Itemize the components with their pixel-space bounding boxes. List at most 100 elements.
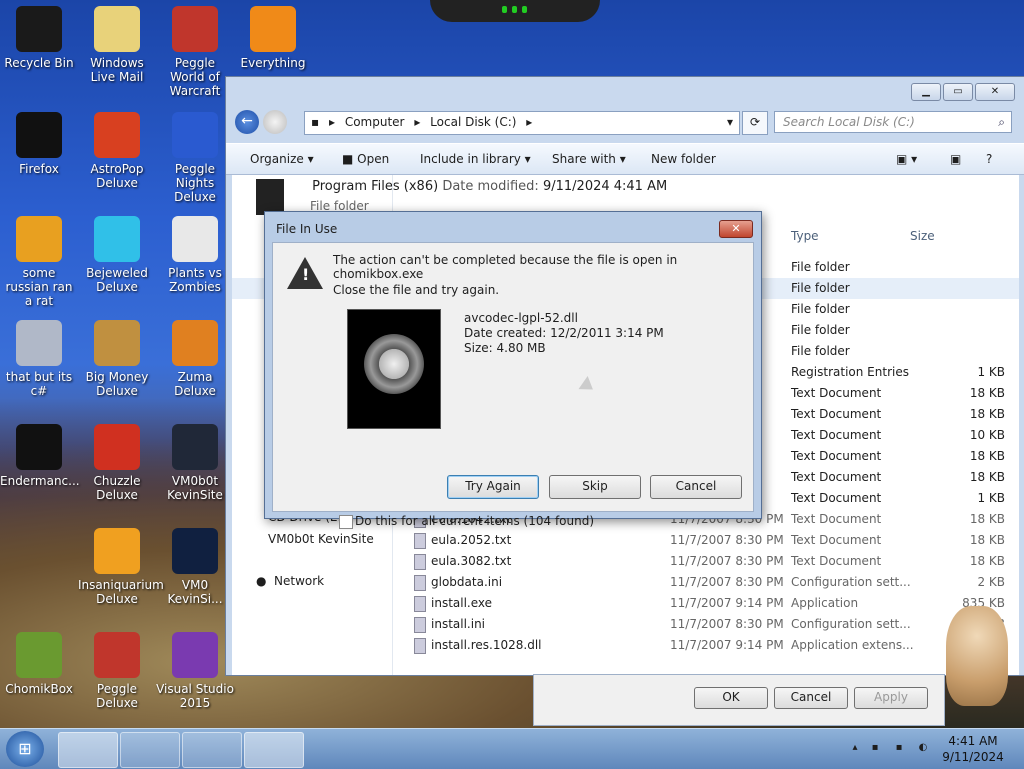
maximize-button[interactable]: ▭ — [943, 83, 973, 101]
back-arrow-icon[interactable]: ← — [235, 110, 259, 134]
breadcrumb-local-disk[interactable]: Local Disk (C:) — [430, 115, 516, 129]
desktop-icon[interactable]: that but its c# — [0, 320, 78, 398]
taskbar-terminal[interactable] — [182, 732, 242, 768]
peggle-icon — [172, 6, 218, 52]
desktop-icon[interactable]: Recycle Bin — [0, 6, 78, 70]
navigation-bar: ← ▪ ▸ Computer ▸ Local Disk (C:) ▸ ▾ ⟳ S… — [226, 107, 1024, 137]
desktop-icon-label: some russian ran a rat — [5, 266, 73, 308]
desktop-icon[interactable]: ChomikBox — [0, 632, 78, 696]
table-row[interactable]: install.exe 11/7/2007 9:14 PM Application 8… — [232, 593, 1019, 614]
desktop-icon-label: VM0 KevinSi... — [167, 578, 223, 606]
new-folder-button[interactable]: New folder — [651, 152, 716, 166]
desktop-icon[interactable]: Bejeweled Deluxe — [78, 216, 156, 294]
desktop-icon-label: Peggle Nights Deluxe — [174, 162, 216, 204]
tray-volume-icon[interactable]: ◐ — [916, 741, 930, 755]
desktop-icon-label: Zuma Deluxe — [174, 370, 216, 398]
try-again-button[interactable]: Try Again — [447, 475, 539, 499]
refresh-icon[interactable]: ⟳ — [742, 111, 768, 135]
desktop-icon[interactable]: Peggle Nights Deluxe — [156, 112, 234, 204]
desktop-icon-label: Chuzzle Deluxe — [93, 474, 141, 502]
skip-button[interactable]: Skip — [549, 475, 641, 499]
desktop-icon[interactable]: Peggle Deluxe — [78, 632, 156, 710]
desktop-icon-label: VM0b0t KevinSite — [167, 474, 223, 502]
warning-icon: ! — [287, 257, 323, 289]
minimize-button[interactable]: ▁ — [911, 83, 941, 101]
preview-pane-icon[interactable]: ▣ — [950, 152, 961, 166]
column-header-size[interactable]: Size — [910, 229, 935, 243]
table-row[interactable]: globdata.ini 11/7/2007 8:30 PM Configurati… — [232, 572, 1019, 593]
taskbar-explorer[interactable] — [244, 732, 304, 768]
taskbar-media-player[interactable] — [120, 732, 180, 768]
table-row[interactable]: install.res.1028.dll 11/7/2007 9:14 PM App… — [232, 635, 1019, 656]
vm-icon — [172, 424, 218, 470]
desktop-icon-label: Peggle World of Warcraft — [169, 56, 221, 98]
column-header-type[interactable]: Type — [791, 229, 819, 243]
desktop-icon[interactable]: Chuzzle Deluxe — [78, 424, 156, 502]
top-gadget — [430, 0, 600, 22]
ok-button[interactable]: OK — [694, 687, 768, 709]
table-row[interactable]: eula.3082.txt 11/7/2007 8:30 PM Text Docum… — [232, 551, 1019, 572]
dialog-close-button[interactable]: ✕ — [719, 220, 753, 238]
desktop-icon-label: Recycle Bin — [4, 56, 74, 70]
desktop-icon-label: Everything — [240, 56, 306, 70]
desktop-icon[interactable]: Windows Live Mail — [78, 6, 156, 84]
desktop-icon-label: Plants vs Zombies — [168, 266, 222, 294]
chevron-down-icon[interactable]: ▾ — [727, 112, 733, 133]
desktop-icon[interactable]: some russian ran a rat — [0, 216, 78, 308]
desktop-icon[interactable]: Firefox — [0, 112, 78, 176]
desktop-icon[interactable]: AstroPop Deluxe — [78, 112, 156, 190]
desktop-icon-label: Visual Studio 2015 — [156, 682, 234, 710]
open-button[interactable]: ■ Open — [342, 152, 389, 166]
command-bar: Organize ▾ ■ Open Include in library ▾ S… — [226, 143, 1024, 175]
dialog-body: ! The action can't be completed because … — [272, 242, 754, 529]
system-clock[interactable]: 4:41 AM 9/11/2024 — [938, 733, 1008, 765]
desktop-icon[interactable]: Big Money Deluxe — [78, 320, 156, 398]
tray-network-icon[interactable]: ▪ — [892, 741, 906, 755]
organize-button[interactable]: Organize ▾ — [250, 152, 314, 166]
forward-arrow-icon[interactable] — [263, 110, 287, 134]
desktop-icon-label: Endermanc... — [0, 474, 80, 488]
desktop-icon[interactable]: Zuma Deluxe — [156, 320, 234, 398]
window-stack-icon — [16, 320, 62, 366]
share-with-button[interactable]: Share with ▾ — [552, 152, 626, 166]
cancel-dialog-button[interactable]: Cancel — [650, 475, 742, 499]
address-bar[interactable]: ▪ ▸ Computer ▸ Local Disk (C:) ▸ ▾ — [304, 111, 740, 135]
breadcrumb-computer[interactable]: Computer — [345, 115, 405, 129]
table-row[interactable]: eula.2052.txt 11/7/2007 8:30 PM Text Docum… — [232, 530, 1019, 551]
visual-studio-icon — [172, 632, 218, 678]
file-icon — [414, 617, 426, 633]
fish-icon — [94, 528, 140, 574]
desktop-icon[interactable]: Plants vs Zombies — [156, 216, 234, 294]
desktop-icon[interactable]: VM0 KevinSi... — [156, 528, 234, 606]
hamster-mascot-icon — [946, 606, 1008, 706]
desktop-icon-label: that but its c# — [5, 370, 73, 398]
taskbar-chomikbox[interactable] — [58, 732, 118, 768]
dialog-message: The action can't be completed because th… — [333, 253, 678, 281]
desktop-icon[interactable]: Everything — [234, 6, 312, 70]
desktop-icon[interactable]: Endermanc... — [0, 424, 80, 488]
view-options-icon[interactable]: ▣ ▾ — [896, 152, 917, 166]
close-window-button[interactable]: ✕ — [975, 83, 1015, 101]
include-in-library-button[interactable]: Include in library ▾ — [420, 152, 531, 166]
desktop-icon[interactable]: Visual Studio 2015 — [156, 632, 234, 710]
peggle-icon — [94, 632, 140, 678]
file-in-use-dialog: File In Use ✕ ! The action can't be comp… — [264, 211, 762, 529]
desktop-icon[interactable]: Peggle World of Warcraft — [156, 6, 234, 98]
start-button[interactable]: ⊞ — [6, 731, 44, 767]
mail-icon — [94, 6, 140, 52]
desktop-icon[interactable]: VM0b0t KevinSite — [156, 424, 234, 502]
desktop-icon[interactable]: Insaniquarium Deluxe — [78, 528, 164, 606]
apply-button[interactable]: Apply — [854, 687, 928, 709]
properties-dialog: OK Cancel Apply — [533, 674, 945, 726]
desktop-icon-label: AstroPop Deluxe — [90, 162, 144, 190]
search-input[interactable]: Search Local Disk (C:) ⌕ — [774, 111, 1012, 133]
tray-app-icon[interactable]: ▪ — [868, 741, 882, 755]
cancel-button[interactable]: Cancel — [774, 687, 848, 709]
help-icon[interactable]: ? — [986, 152, 992, 166]
tray-chevron-icon[interactable]: ▴ — [848, 741, 862, 755]
file-icon — [414, 575, 426, 591]
table-row[interactable]: install.ini 11/7/2007 8:30 PM Configuratio… — [232, 614, 1019, 635]
file-icon — [414, 638, 426, 654]
apply-to-all-checkbox[interactable] — [339, 515, 353, 529]
desktop: Recycle Bin Windows Live Mail Peggle World… — [0, 0, 1024, 728]
